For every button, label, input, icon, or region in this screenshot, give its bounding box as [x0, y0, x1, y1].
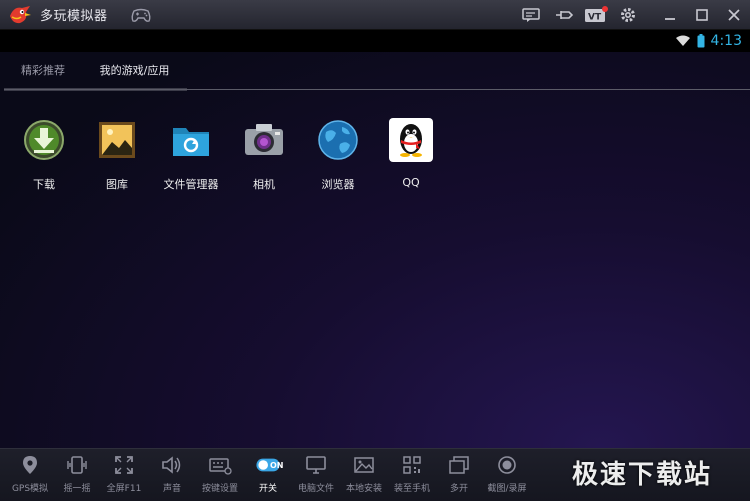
app-label: 相机 [253, 178, 275, 191]
status-clock: 4:13 [710, 33, 742, 49]
app-label: QQ [402, 176, 420, 189]
android-screen: 精彩推荐 我的游戏/应用 下载 图库 文件管理器 相机 浏览器 QQ [0, 52, 750, 448]
title-bar[interactable]: 多玩模拟器 VT [0, 0, 750, 30]
camera-icon [245, 124, 283, 155]
gamepad-icon[interactable] [130, 7, 152, 23]
android-status-bar: 4:13 [0, 30, 750, 52]
location-pin-icon [18, 454, 42, 476]
fullscreen-icon [112, 454, 136, 476]
watermark-text: 极速下载站 [572, 460, 713, 490]
maximize-icon[interactable] [686, 0, 718, 29]
app-label: 下载 [33, 178, 55, 191]
tool-pc-files[interactable]: 电脑文件 [292, 454, 340, 494]
tool-key-settings[interactable]: 按键设置 [196, 454, 244, 494]
svg-text:VT: VT [588, 12, 602, 22]
qr-icon [400, 454, 424, 476]
chat-icon[interactable] [516, 0, 548, 29]
app-file-manager[interactable]: 文件管理器 [153, 118, 229, 192]
tab-bar: 精彩推荐 我的游戏/应用 [4, 52, 750, 91]
tool-shake[interactable]: 摇一摇 [53, 454, 101, 494]
gallery-icon [99, 122, 135, 158]
tool-install-to-phone[interactable]: 装至手机 [388, 454, 436, 494]
app-camera[interactable]: 相机 [226, 118, 302, 192]
speaker-icon [160, 454, 184, 476]
pin-icon[interactable] [548, 0, 580, 29]
tool-screenshot-record[interactable]: 截图/录屏 [483, 454, 531, 494]
keyboard-icon [208, 454, 232, 476]
app-qq[interactable]: QQ [373, 118, 449, 189]
wifi-icon [675, 35, 690, 46]
vt-badge-icon[interactable]: VT [580, 0, 612, 29]
emulator-window: 多玩模拟器 VT 4:13 精彩推荐 我的游戏/应用 下载 图库 文件管理器 相… [0, 0, 750, 501]
app-label: 浏览器 [321, 178, 355, 191]
tool-gps[interactable]: GPS模拟 [6, 454, 54, 494]
app-label: 文件管理器 [163, 178, 219, 191]
bird-logo-icon [10, 5, 31, 23]
qq-penguin-icon [389, 118, 433, 162]
app-grid: 下载 图库 文件管理器 相机 浏览器 QQ [0, 118, 750, 198]
minimize-icon[interactable] [654, 0, 686, 29]
window-title: 多玩模拟器 [40, 9, 108, 24]
battery-icon [697, 34, 705, 48]
close-icon[interactable] [718, 0, 750, 29]
tool-fullscreen[interactable]: 全屏F11 [100, 454, 148, 494]
app-browser[interactable]: 浏览器 [300, 118, 376, 192]
tool-local-install[interactable]: 本地安装 [340, 454, 388, 494]
image-install-icon [352, 454, 376, 476]
folder-icon [173, 128, 209, 156]
tab-divider [4, 89, 750, 90]
app-label: 图库 [106, 178, 128, 191]
tool-sound[interactable]: 声音 [148, 454, 196, 494]
shake-icon [65, 454, 89, 476]
toggle-icon: ON [256, 454, 284, 476]
multi-window-icon [447, 454, 471, 476]
gear-icon[interactable] [612, 0, 644, 29]
tool-multi-instance[interactable]: 多开 [435, 454, 483, 494]
monitor-icon [304, 454, 328, 476]
record-icon [495, 454, 519, 476]
tab-my-apps[interactable]: 我的游戏/应用 [82, 52, 187, 91]
toggle-state: ON [270, 461, 284, 470]
app-gallery[interactable]: 图库 [79, 118, 155, 192]
globe-icon [318, 120, 358, 160]
app-download[interactable]: 下载 [6, 118, 82, 192]
tab-recommended[interactable]: 精彩推荐 [4, 52, 82, 91]
tool-switch[interactable]: ON 开关 [244, 454, 292, 494]
download-icon [24, 120, 64, 160]
